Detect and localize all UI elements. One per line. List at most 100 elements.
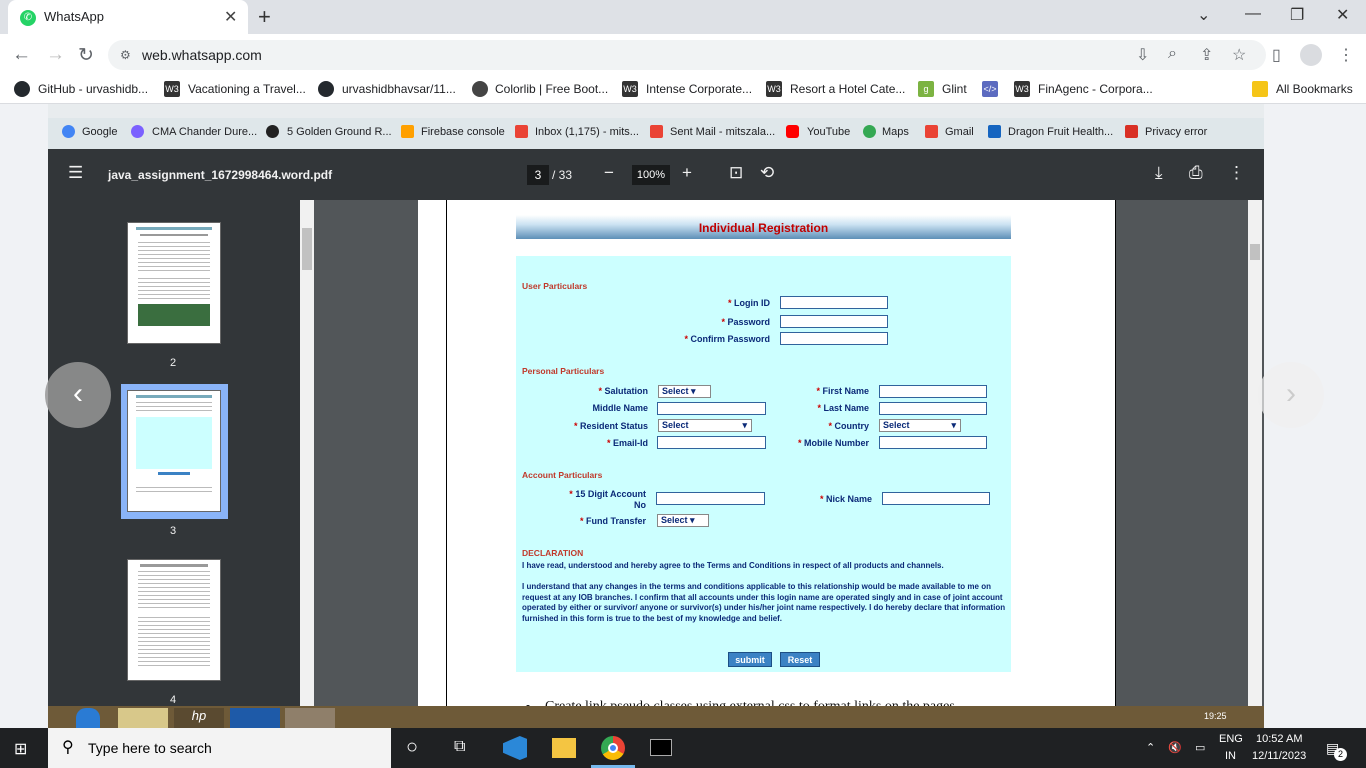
code-icon: </> (982, 81, 998, 97)
print-icon[interactable]: ⎙ (1189, 163, 1203, 183)
salutation-select[interactable]: Select ▾ (658, 385, 711, 398)
maximize-button[interactable]: ❐ (1290, 5, 1304, 25)
email-field[interactable] (657, 436, 766, 449)
tray-chevron-icon[interactable]: ⌃ (1146, 741, 1155, 754)
rotate-icon[interactable]: ⟲ (760, 163, 774, 183)
new-tab-button[interactable]: + (258, 4, 271, 30)
bookmark-vacationing[interactable]: Vacationing a Travel... (188, 82, 306, 96)
zoom-in-icon[interactable]: + (682, 163, 692, 183)
login-id-field[interactable] (780, 296, 888, 309)
share-icon[interactable]: ⇪ (1200, 45, 1213, 65)
w3-icon: W3 (1014, 81, 1030, 97)
nick-name-field[interactable] (882, 492, 990, 505)
gmail-icon (925, 125, 938, 138)
profile-avatar[interactable] (1300, 44, 1322, 66)
label-account-number-2: No (634, 500, 646, 510)
language-line1[interactable]: ENG (1219, 733, 1243, 745)
download-icon[interactable]: ⤓ (1155, 163, 1163, 183)
bookmark-star-icon[interactable]: ☆ (1232, 45, 1246, 65)
label-salutation: * Salutation (598, 386, 648, 396)
address-bar[interactable] (108, 40, 1266, 70)
w3-icon: W3 (164, 81, 180, 97)
windows-start-icon[interactable]: ⊞ (14, 739, 27, 759)
hp-icon: hp (174, 708, 224, 728)
section-personal-particulars: Personal Particulars (522, 366, 605, 376)
thumbnail-page-2[interactable] (127, 222, 221, 344)
chrome-icon (285, 708, 335, 728)
terminal-icon[interactable] (650, 739, 672, 756)
taskbar-search[interactable]: ⚲ Type here to search (48, 728, 391, 768)
install-icon[interactable]: ⇩ (1136, 45, 1149, 65)
volume-icon[interactable]: 🔇 (1168, 741, 1182, 754)
webmd-icon (988, 125, 1001, 138)
thumbnail-page-3[interactable] (127, 390, 221, 512)
zoom-level-input[interactable]: 100% (632, 165, 670, 185)
zoom-out-icon[interactable]: − (604, 163, 614, 183)
sidebar-scrollbar[interactable] (300, 200, 314, 706)
section-account-particulars: Account Particulars (522, 470, 603, 480)
hamburger-menu-icon[interactable]: ☰ (68, 163, 83, 183)
declaration-text-2: I understand that any changes in the ter… (522, 582, 1006, 623)
github-icon (318, 81, 334, 97)
middle-name-field[interactable] (657, 402, 766, 415)
side-panel-icon[interactable]: ▯ (1272, 45, 1281, 65)
w3-icon: W3 (622, 81, 638, 97)
label-country: * Country (828, 421, 869, 431)
tab-title: WhatsApp (44, 9, 104, 24)
more-options-icon[interactable]: ⋮ (1228, 163, 1245, 183)
gmail-icon (650, 125, 663, 138)
last-name-field[interactable] (879, 402, 987, 415)
previous-media-button[interactable]: ‹ (45, 362, 111, 428)
close-window-button[interactable]: ✕ (1336, 5, 1349, 25)
minimize-button[interactable]: — (1245, 5, 1261, 23)
bookmark-resort[interactable]: Resort a Hotel Cate... (790, 82, 905, 96)
site-info-icon[interactable]: ⚙ (120, 48, 131, 62)
back-button[interactable]: ← (12, 44, 31, 66)
inner-bookmark: Firebase console (421, 126, 505, 138)
language-line2[interactable]: IN (1225, 750, 1236, 762)
resident-status-select[interactable]: Select ▾ (658, 419, 752, 432)
tab-search-icon[interactable]: ⌄ (1197, 5, 1210, 25)
label-password: * Password (721, 317, 770, 327)
forward-button[interactable]: → (46, 44, 65, 66)
account-number-field[interactable] (656, 492, 765, 505)
menu-icon[interactable]: ⋮ (1338, 45, 1354, 65)
label-email: * Email-Id (606, 438, 648, 448)
page-number-input[interactable]: 3 (527, 165, 549, 185)
clock-date[interactable]: 12/11/2023 (1252, 750, 1306, 762)
reset-button[interactable]: Reset (780, 652, 820, 667)
chrome-taskbar-icon[interactable] (601, 736, 625, 760)
zoom-icon[interactable]: ⌕ (1168, 45, 1177, 63)
country-select[interactable]: Select ▾ (879, 419, 961, 432)
firebase-icon (401, 125, 414, 138)
bookmark-github[interactable]: GitHub - urvashidb... (38, 82, 148, 96)
vscode-icon (230, 708, 280, 728)
all-bookmarks[interactable]: All Bookmarks (1276, 82, 1353, 96)
bookmark-colorlib[interactable]: Colorlib | Free Boot... (495, 82, 608, 96)
page-scrollbar[interactable] (1248, 200, 1262, 706)
reload-button[interactable]: ↻ (78, 44, 94, 67)
fit-page-icon[interactable]: ⊡ (729, 163, 743, 183)
tab-whatsapp[interactable]: ✆ WhatsApp ✕ (8, 0, 248, 34)
password-field[interactable] (780, 315, 888, 328)
bookmark-finagenc[interactable]: FinAgenc - Corpora... (1038, 82, 1153, 96)
confirm-password-field[interactable] (780, 332, 888, 345)
thumbnail-page-4[interactable] (127, 559, 221, 681)
first-name-field[interactable] (879, 385, 987, 398)
label-fund-transfer: * Fund Transfer (579, 516, 646, 526)
task-view-icon[interactable]: ⧉ (454, 738, 465, 756)
cortana-icon[interactable]: ○ (406, 736, 418, 759)
thumbnail-number: 4 (170, 694, 177, 706)
clock-time[interactable]: 10:52 AM (1256, 733, 1302, 745)
close-tab-icon[interactable]: ✕ (224, 7, 237, 27)
fund-transfer-select[interactable]: Select ▾ (657, 514, 709, 527)
bookmark-glint[interactable]: Glint (942, 82, 967, 96)
file-explorer-icon[interactable] (552, 738, 576, 758)
bookmark-intense[interactable]: Intense Corporate... (646, 82, 752, 96)
next-media-button[interactable]: › (1258, 362, 1324, 428)
submit-button[interactable]: submit (728, 652, 772, 667)
mobile-field[interactable] (879, 436, 987, 449)
bookmark-urvashi[interactable]: urvashidbhavsar/11... (342, 82, 456, 96)
network-icon[interactable]: ▭ (1195, 741, 1205, 754)
page-total: / 33 (552, 168, 573, 182)
